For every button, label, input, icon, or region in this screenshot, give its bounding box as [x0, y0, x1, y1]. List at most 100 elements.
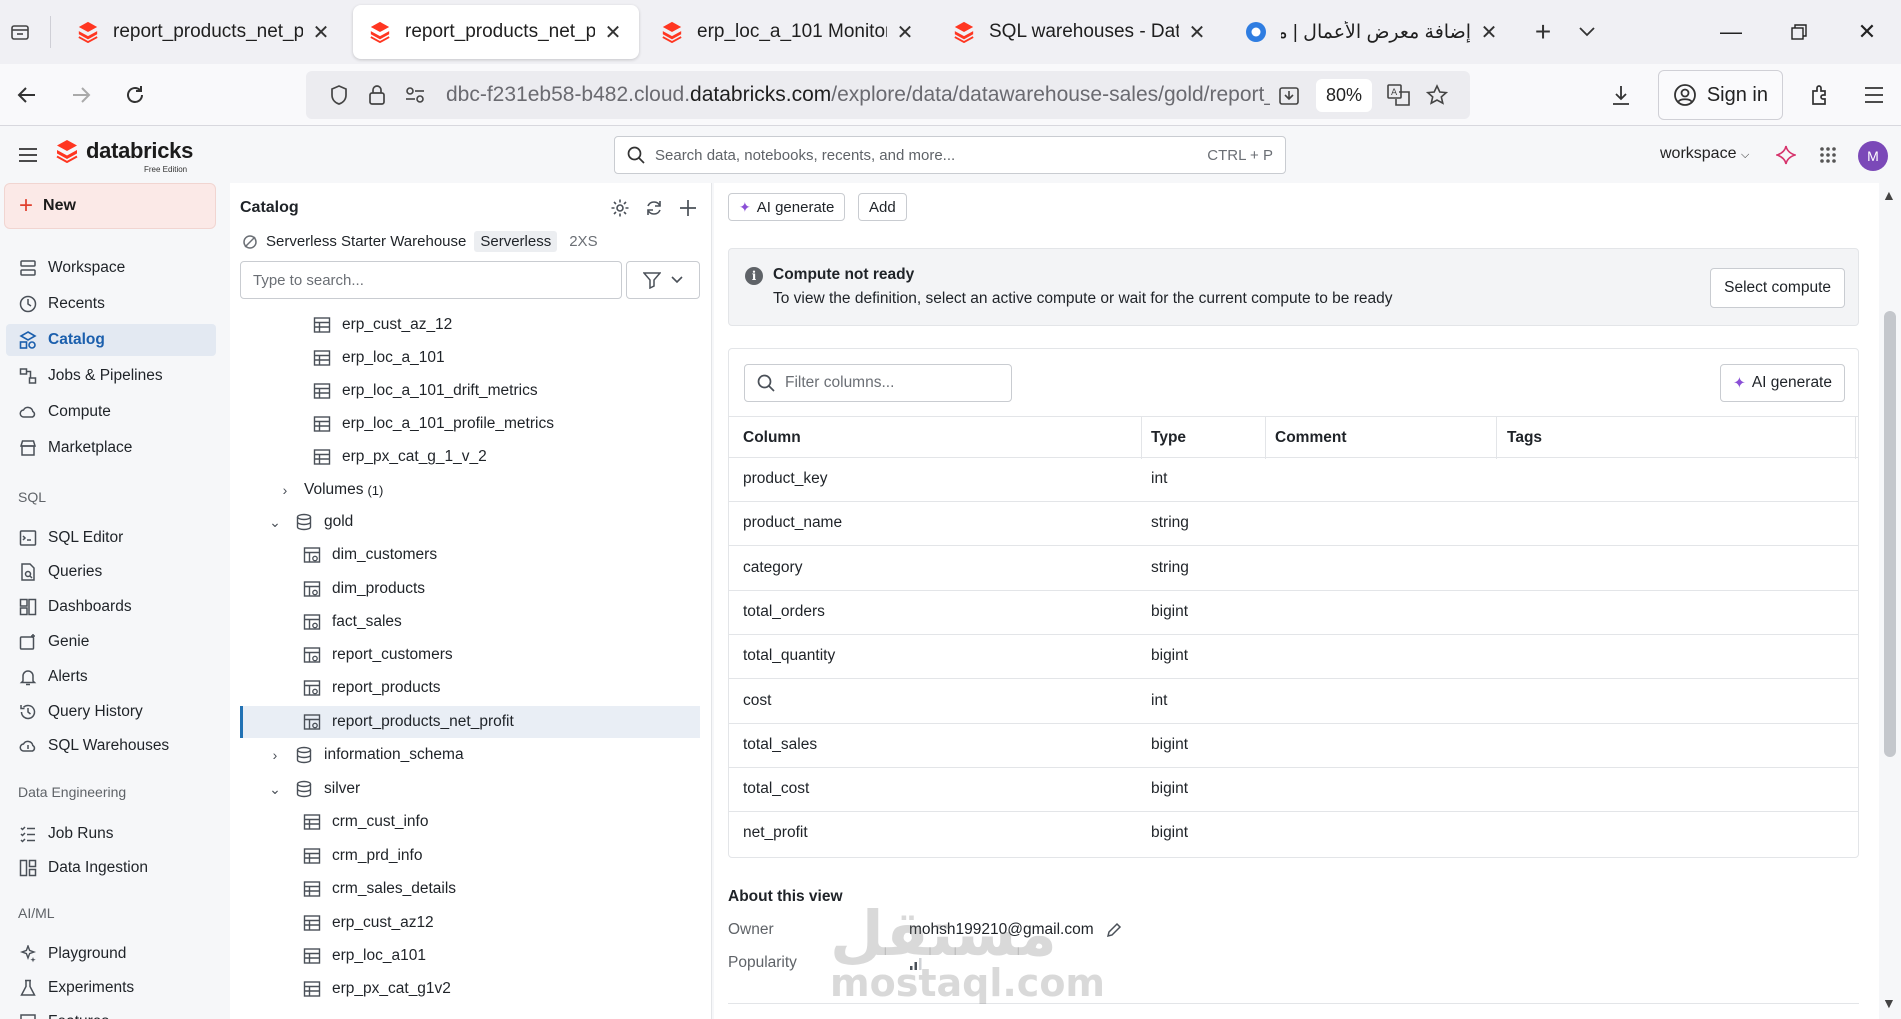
settings-gear-icon[interactable]: [603, 193, 637, 223]
sidebar-item-sql-editor[interactable]: SQL Editor: [6, 522, 216, 554]
sidebar-item-recents[interactable]: Recents: [6, 288, 216, 320]
sidebar-item-job-runs[interactable]: Job Runs: [6, 818, 216, 850]
assistant-sparkle-icon[interactable]: [1774, 143, 1798, 167]
apps-grid-icon[interactable]: [1816, 143, 1840, 167]
sidebar-item-alerts[interactable]: Alerts: [6, 661, 216, 693]
catalog-search-input[interactable]: Type to search...: [240, 261, 622, 299]
edit-pencil-icon[interactable]: [1106, 922, 1122, 938]
hamburger-icon[interactable]: [14, 141, 42, 169]
bookmark-star-icon[interactable]: [1418, 76, 1456, 114]
browser-tab[interactable]: report_products_net_profi ✕: [353, 5, 639, 59]
close-tab-icon[interactable]: ✕: [311, 20, 331, 45]
tree-node-information-schema[interactable]: › information_schema: [240, 739, 700, 771]
table-row[interactable]: cost int: [729, 680, 1858, 724]
address-bar[interactable]: dbc-f231eb58-b482.cloud.databricks.com/e…: [306, 71, 1470, 119]
tree-node-crm-cust-info[interactable]: crm_cust_info: [240, 806, 700, 838]
url-text[interactable]: dbc-f231eb58-b482.cloud.databricks.com/e…: [446, 83, 1270, 107]
chevron-down-icon[interactable]: ⌄: [268, 514, 282, 531]
tree-node-report-customers[interactable]: report_customers: [240, 639, 700, 671]
back-icon[interactable]: [0, 68, 54, 122]
tree-node-report-products[interactable]: report_products: [240, 672, 700, 704]
sidebar-item-marketplace[interactable]: Marketplace: [6, 432, 216, 464]
tree-node-dim-products[interactable]: dim_products: [240, 573, 700, 605]
sidebar-item-queries[interactable]: Queries: [6, 556, 216, 588]
tree-node-erp-loc-a101[interactable]: erp_loc_a101: [240, 940, 700, 972]
downloads-icon[interactable]: [1594, 68, 1648, 122]
table-row[interactable]: total_quantity bigint: [729, 635, 1858, 680]
select-compute-button[interactable]: Select compute: [1710, 268, 1845, 308]
tree-node-erp-cust-az12[interactable]: erp_cust_az12: [240, 907, 700, 939]
tree-node-volumes[interactable]: › Volumes (1): [240, 474, 700, 506]
sidebar-item-query-history[interactable]: Query History: [6, 696, 216, 728]
browser-tab[interactable]: erp_loc_a_101 Monitoring ✕: [645, 5, 931, 59]
browser-tab[interactable]: report_products_net_profi ✕: [61, 5, 347, 59]
sidebar-item-dashboards[interactable]: Dashboards: [6, 591, 216, 623]
ai-generate-description-button[interactable]: ✦ AI generate: [728, 193, 846, 221]
avatar[interactable]: M: [1858, 141, 1888, 171]
sidebar-item-sql-warehouses[interactable]: SQL Warehouses: [6, 730, 216, 762]
chevron-right-icon[interactable]: ›: [278, 482, 292, 498]
header-column[interactable]: Column: [743, 429, 801, 447]
sidebar-item-data-ingestion[interactable]: Data Ingestion: [6, 852, 216, 884]
header-comment[interactable]: Comment: [1275, 429, 1346, 447]
extensions-icon[interactable]: [1793, 68, 1847, 122]
translate-icon[interactable]: A: [1380, 76, 1418, 114]
shield-icon[interactable]: [320, 76, 358, 114]
tree-node-erp-px-cat-g1v2[interactable]: erp_px_cat_g1v2: [240, 973, 700, 1005]
site-permissions-icon[interactable]: [396, 76, 434, 114]
download-page-icon[interactable]: [1270, 76, 1308, 114]
catalog-filter-button[interactable]: [626, 261, 700, 299]
table-row[interactable]: total_orders bigint: [729, 591, 1858, 635]
restore-icon[interactable]: [1765, 0, 1833, 64]
sidebar-item-genie[interactable]: Genie: [6, 626, 216, 658]
sidebar-item-workspace[interactable]: Workspace: [6, 252, 216, 284]
lock-icon[interactable]: [358, 76, 396, 114]
table-row[interactable]: product_key int: [729, 458, 1858, 502]
minimize-icon[interactable]: —: [1697, 0, 1765, 64]
new-button[interactable]: + New: [4, 183, 216, 229]
tree-node-crm-sales-details[interactable]: crm_sales_details: [240, 873, 700, 905]
close-tab-icon[interactable]: ✕: [1187, 20, 1207, 45]
browser-tab[interactable]: إضافة معرض الأعمال | مس ✕: [1229, 5, 1515, 59]
global-search-input[interactable]: Search data, notebooks, recents, and mor…: [614, 136, 1286, 174]
chevron-down-icon[interactable]: ⌄: [268, 781, 282, 798]
scroll-down-icon[interactable]: ▼: [1882, 995, 1896, 1011]
chevron-right-icon[interactable]: ›: [268, 747, 282, 763]
sidebar-item-jobs-pipelines[interactable]: Jobs & Pipelines: [6, 360, 216, 392]
ai-generate-columns-button[interactable]: ✦ AI generate: [1719, 364, 1845, 402]
scroll-thumb[interactable]: [1884, 311, 1896, 757]
tree-node-erp-loc-a-101-drift-metrics[interactable]: erp_loc_a_101_drift_metrics: [240, 375, 700, 407]
warehouse-selector[interactable]: Serverless Starter Warehouse Serverless …: [242, 231, 598, 252]
page-scrollbar[interactable]: ▲ ▼: [1879, 183, 1901, 1019]
add-icon[interactable]: [671, 193, 705, 223]
tree-node-gold[interactable]: ⌄ gold: [240, 506, 700, 538]
databricks-logo[interactable]: databricks Free Edition: [56, 139, 193, 174]
header-type[interactable]: Type: [1151, 429, 1186, 447]
tree-node-erp-px-cat-g-1-v-2[interactable]: erp_px_cat_g_1_v_2: [240, 441, 700, 473]
table-row[interactable]: net_profit bigint: [729, 812, 1858, 856]
tab-overflow-chevron-icon[interactable]: [1565, 10, 1609, 54]
close-window-icon[interactable]: ✕: [1833, 0, 1901, 64]
table-row[interactable]: category string: [729, 547, 1858, 591]
scroll-up-icon[interactable]: ▲: [1882, 187, 1896, 203]
header-tags[interactable]: Tags: [1507, 429, 1542, 447]
sidebar-item-playground[interactable]: Playground: [6, 938, 216, 970]
new-tab-button[interactable]: +: [1521, 10, 1565, 54]
sidebar-item-features[interactable]: Features: [6, 1006, 216, 1019]
tree-node-crm-prd-info[interactable]: crm_prd_info: [240, 840, 700, 872]
sign-in-button[interactable]: Sign in: [1657, 70, 1783, 120]
close-tab-icon[interactable]: ✕: [603, 20, 623, 45]
filter-columns-input[interactable]: Filter columns...: [744, 364, 1012, 402]
tree-node-erp-loc-a-101[interactable]: erp_loc_a_101: [240, 342, 700, 374]
zoom-level[interactable]: 80%: [1315, 78, 1372, 112]
tab-list-icon[interactable]: [0, 12, 40, 52]
browser-tab[interactable]: SQL warehouses - Databri ✕: [937, 5, 1223, 59]
sidebar-item-experiments[interactable]: Experiments: [6, 972, 216, 1004]
sidebar-item-compute[interactable]: Compute: [6, 396, 216, 428]
refresh-icon[interactable]: [637, 193, 671, 223]
menu-icon[interactable]: [1847, 68, 1901, 122]
tree-node-erp-loc-a-101-profile-metrics[interactable]: erp_loc_a_101_profile_metrics: [240, 408, 700, 440]
add-button[interactable]: Add: [858, 193, 907, 221]
tree-node-dim-customers[interactable]: dim_customers: [240, 539, 700, 571]
close-tab-icon[interactable]: ✕: [895, 20, 915, 45]
